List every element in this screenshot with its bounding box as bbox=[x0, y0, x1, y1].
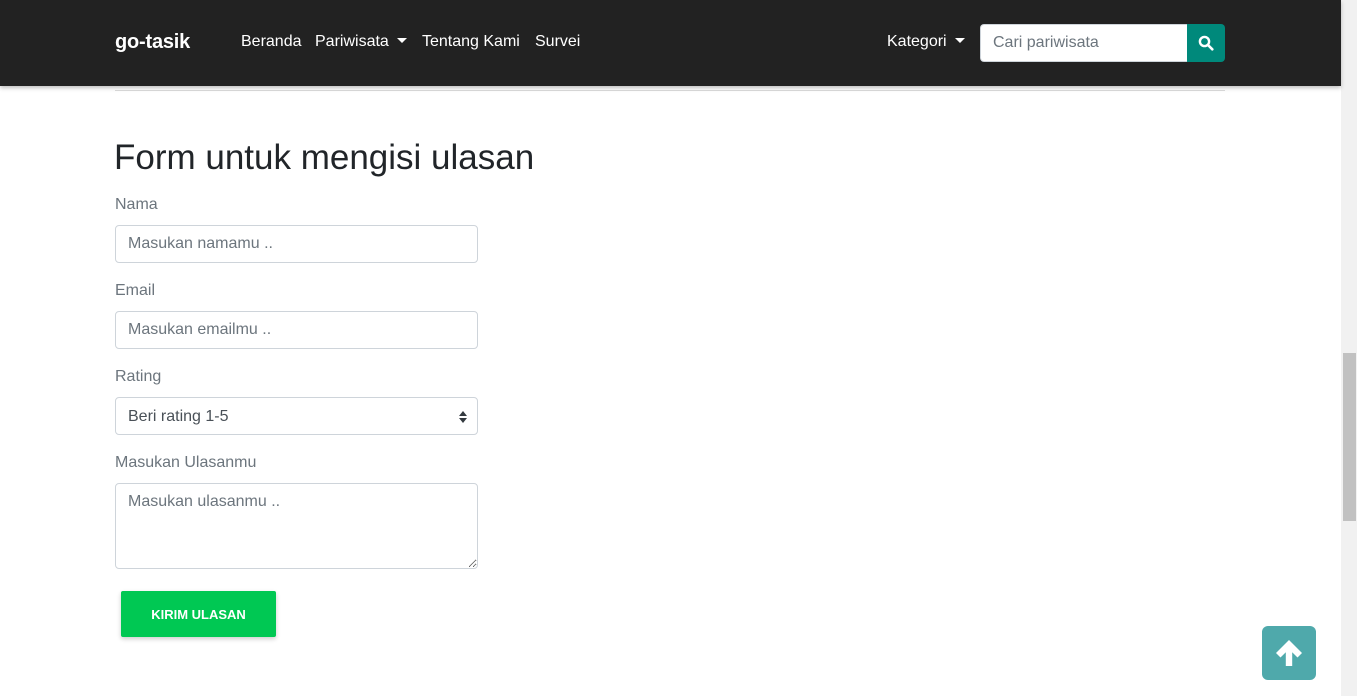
form-title: Form untuk mengisi ulasan bbox=[114, 138, 535, 177]
nav-dropdown-pariwisata-label: Pariwisata bbox=[315, 33, 389, 50]
brand-logo[interactable]: go-tasik bbox=[115, 31, 190, 54]
email-field[interactable] bbox=[115, 311, 478, 349]
review-textarea[interactable] bbox=[115, 483, 478, 569]
submit-review-button[interactable]: Kirim Ulasan bbox=[121, 591, 276, 637]
navbar: go-tasik Beranda Pariwisata Tentang Kami… bbox=[0, 0, 1341, 86]
caret-down-icon bbox=[396, 38, 407, 43]
review-label: Masukan Ulasanmu bbox=[115, 454, 257, 471]
select-arrows-icon bbox=[459, 411, 467, 423]
name-field[interactable] bbox=[115, 225, 478, 263]
nav-dropdown-kategori-label: Kategori bbox=[887, 33, 947, 50]
name-label: Nama bbox=[115, 196, 158, 213]
page-scrollbar-track[interactable] bbox=[1341, 0, 1357, 696]
search-input[interactable] bbox=[980, 24, 1187, 62]
page-scrollbar-thumb[interactable] bbox=[1343, 353, 1356, 521]
arrow-up-icon bbox=[1276, 640, 1302, 666]
nav-link-survei[interactable]: Survei bbox=[535, 33, 580, 51]
nav-dropdown-pariwisata[interactable]: Pariwisata bbox=[315, 33, 407, 51]
scroll-to-top-button[interactable] bbox=[1262, 626, 1316, 680]
search-icon bbox=[1198, 35, 1214, 51]
search-button[interactable] bbox=[1187, 24, 1225, 62]
rating-selected-value: Beri rating 1-5 bbox=[128, 408, 229, 425]
rating-select[interactable]: Beri rating 1-5 bbox=[115, 397, 478, 435]
nav-link-tentang-kami[interactable]: Tentang Kami bbox=[422, 33, 520, 51]
email-label: Email bbox=[115, 282, 156, 299]
nav-link-beranda[interactable]: Beranda bbox=[241, 33, 302, 51]
section-divider bbox=[115, 90, 1225, 91]
rating-label: Rating bbox=[115, 368, 162, 385]
caret-down-icon bbox=[954, 38, 965, 43]
nav-dropdown-kategori[interactable]: Kategori bbox=[887, 33, 965, 51]
